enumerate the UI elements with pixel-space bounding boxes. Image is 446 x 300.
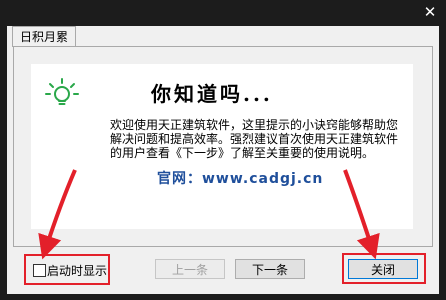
tip-heading: 你知道吗...: [151, 82, 273, 106]
lightbulb-icon: [45, 78, 79, 105]
prev-tip-button[interactable]: 上一条: [155, 259, 225, 279]
window-close-button[interactable]: ✕: [420, 3, 440, 21]
window-border-left: [0, 26, 7, 300]
tab-tip-of-day[interactable]: 日积月累: [12, 26, 76, 47]
annotation-box-close: [342, 253, 426, 284]
annotation-box-checkbox: [24, 254, 110, 285]
tip-content-area: 你知道吗... 欢迎使用天正建筑软件，这里提示的小诀窍能够帮助您解决问题和提高效…: [31, 64, 413, 229]
window-border-right: [439, 26, 446, 300]
next-tip-button[interactable]: 下一条: [235, 259, 305, 279]
tip-text: 欢迎使用天正建筑软件，这里提示的小诀窍能够帮助您解决问题和提高效率。强烈建议首次…: [110, 118, 399, 160]
window-border-bottom: [0, 294, 446, 300]
title-bar: ✕: [0, 0, 446, 26]
watermark-text: 官网：www.cadgj.cn: [157, 171, 324, 187]
tip-dialog: ✕ 日积月累 你知道吗... 欢迎使用天正建筑软件，这里提示的小诀窍能够帮助您解…: [0, 0, 446, 300]
tip-panel: 你知道吗... 欢迎使用天正建筑软件，这里提示的小诀窍能够帮助您解决问题和提高效…: [13, 46, 433, 247]
